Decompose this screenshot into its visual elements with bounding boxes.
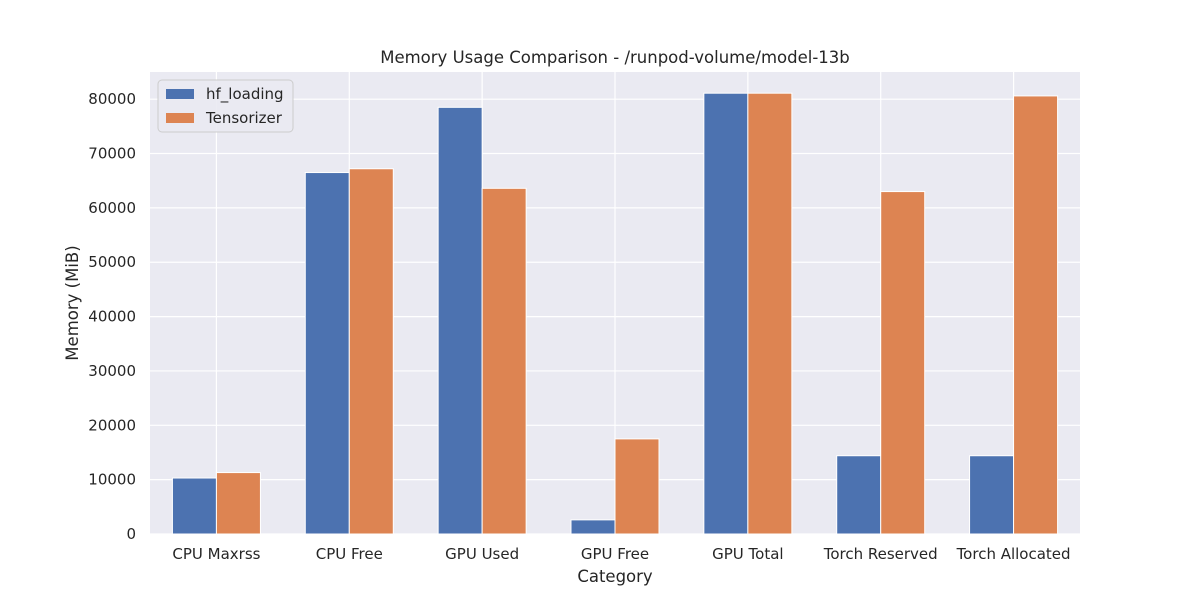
bar-tensorizer-1 (348, 168, 394, 535)
legend-swatch (166, 89, 194, 99)
legend-swatch (166, 113, 194, 123)
x-tick-label: Torch Allocated (956, 545, 1071, 563)
bar-hf-loading-1 (304, 172, 350, 535)
bar-hf-loading-3 (570, 519, 616, 535)
y-tick-label: 70000 (88, 145, 136, 163)
x-tick-labels: CPU Maxrss CPU Free GPU Used GPU Free GPU To… (172, 545, 1070, 563)
bar-hf-loading-2 (437, 106, 483, 535)
y-tick-label: 40000 (88, 308, 136, 326)
bar-tensorizer-6 (1013, 95, 1059, 535)
y-axis-label: Memory (MiB) (63, 245, 82, 360)
y-tick-label: 30000 (88, 362, 136, 380)
y-tick-label: 50000 (88, 253, 136, 271)
y-tick-label: 10000 (88, 471, 136, 489)
bar-tensorizer-3 (614, 438, 660, 535)
y-tick-label: 20000 (88, 416, 136, 434)
x-tick-label: GPU Used (445, 545, 519, 563)
bar-tensorizer-5 (880, 191, 926, 535)
bar-tensorizer-2 (481, 187, 527, 535)
bar-hf-loading-5 (836, 455, 882, 535)
x-axis-label: Category (577, 567, 653, 586)
x-tick-label: Torch Reserved (823, 545, 938, 563)
y-tick-labels: 0 10000 20000 30000 40000 50000 60000 70000 8000… (88, 90, 136, 543)
bar-hf-loading-4 (703, 92, 749, 535)
legend-label: Tensorizer (205, 109, 283, 127)
legend-label: hf_loading (206, 85, 284, 104)
memory-usage-chart: CPU Maxrss CPU Free GPU Used GPU Free GPU To… (63, 48, 1080, 586)
bar-hf-loading-0 (171, 477, 217, 535)
x-tick-label: CPU Free (316, 545, 383, 563)
chart-title: Memory Usage Comparison - /runpod-volume… (380, 48, 850, 67)
bar-tensorizer-0 (215, 472, 261, 535)
y-tick-label: 80000 (88, 90, 136, 108)
x-tick-label: GPU Total (712, 545, 783, 563)
y-tick-label: 60000 (88, 199, 136, 217)
y-tick-label: 0 (126, 525, 136, 543)
bar-hf-loading-6 (969, 455, 1015, 535)
x-tick-label: CPU Maxrss (172, 545, 260, 563)
bar-tensorizer-4 (747, 92, 793, 535)
legend: hf_loading Tensorizer (157, 79, 294, 133)
x-tick-label: GPU Free (581, 545, 649, 563)
